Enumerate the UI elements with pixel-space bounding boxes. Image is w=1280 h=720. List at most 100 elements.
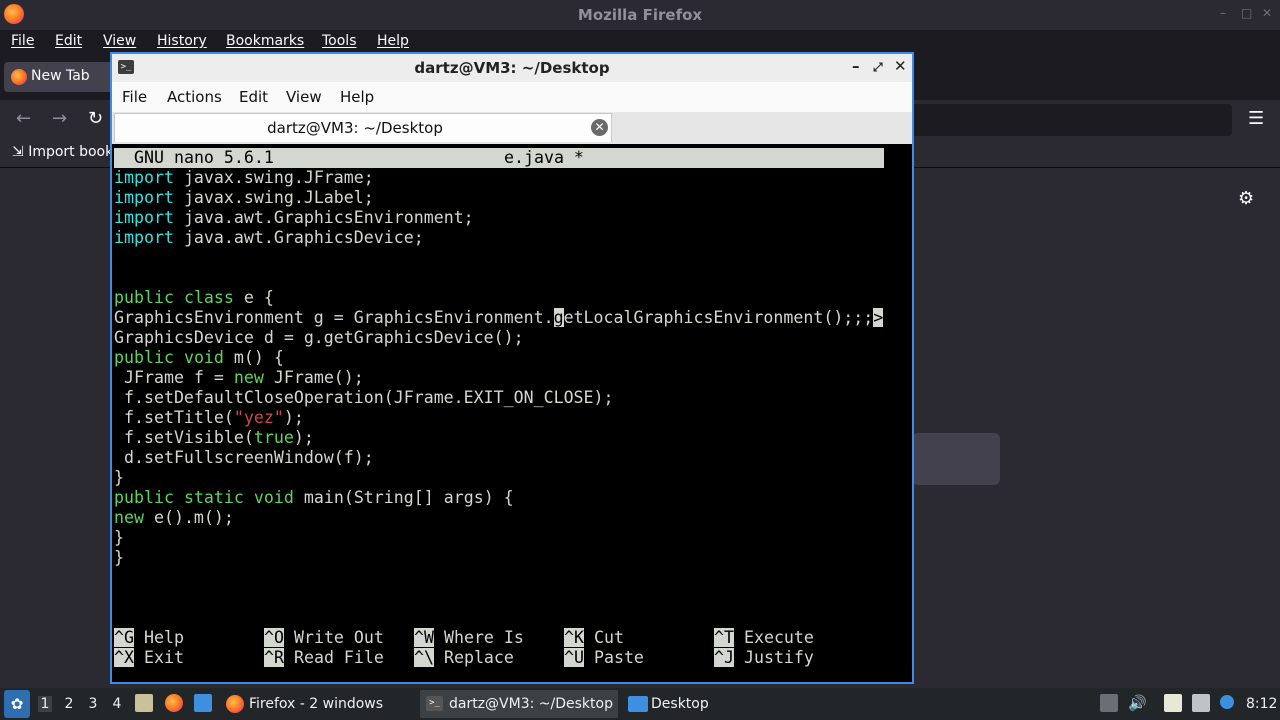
shortcut-key: ^W <box>414 628 434 647</box>
url-bar[interactable] <box>910 104 1232 136</box>
minimize-icon[interactable]: – <box>1220 6 1226 20</box>
terminal-titlebar: >_ dartz@VM3: ~/Desktop – ⤢ ✕ <box>112 54 912 82</box>
shortcut-item[interactable]: ^R Read File <box>264 648 384 668</box>
shortcut-item[interactable]: ^X Exit <box>114 648 184 668</box>
shortcut-item[interactable]: ^G Help <box>114 628 184 648</box>
tab-new-tab[interactable]: New Tab <box>4 62 114 92</box>
menu-tools[interactable]: Tools <box>322 33 357 49</box>
code-token: public <box>114 348 174 367</box>
back-icon[interactable]: ← <box>16 108 31 129</box>
shortcut-item[interactable]: ^W Where Is <box>414 628 524 648</box>
menu-help[interactable]: Help <box>377 33 409 49</box>
code-line: public static void main(String[] args) { <box>114 488 514 508</box>
minimize-icon[interactable]: – <box>852 57 860 75</box>
term-menu-actions[interactable]: Actions <box>167 88 222 106</box>
firefox-menubar: File Edit View History Bookmarks Tools H… <box>0 30 1280 54</box>
menu-file[interactable]: File <box>11 33 34 49</box>
shortcut-label: Paste <box>583 648 644 667</box>
menu-edit[interactable]: Edit <box>55 33 82 49</box>
workspace-4[interactable]: 4 <box>110 696 124 712</box>
shortcut-item[interactable]: ^U Paste <box>564 648 644 668</box>
new-tab-card[interactable] <box>912 433 1000 485</box>
code-token: } <box>114 548 124 567</box>
nano-editor[interactable]: GNU nano 5.6.1 e.java * import javax.swi… <box>114 146 910 682</box>
term-menu-edit[interactable]: Edit <box>239 88 268 106</box>
code-line: f.setDefaultCloseOperation(JFrame.EXIT_O… <box>114 388 614 408</box>
code-line: } <box>114 548 124 568</box>
shortcut-item[interactable]: ^K Cut <box>564 628 624 648</box>
shortcut-label: Help <box>133 628 184 647</box>
term-menu-help[interactable]: Help <box>340 88 374 106</box>
clipboard-icon[interactable] <box>1164 694 1182 712</box>
task-terminal-label: dartz@VM3: ~/Desktop <box>449 696 613 712</box>
code-token: d.setFullscreenWindow(f); <box>114 448 374 467</box>
firefox-tab-icon <box>11 69 27 85</box>
code-token: class <box>183 288 234 307</box>
task-firefox[interactable]: Firefox - 2 windows <box>222 690 418 718</box>
updates-icon[interactable] <box>1100 694 1118 712</box>
tab-label: New Tab <box>31 68 90 84</box>
code-token: ); <box>293 428 314 447</box>
terminal-tab-label: dartz@VM3: ~/Desktop <box>267 119 443 137</box>
firefox-task-icon <box>226 695 244 713</box>
close-icon[interactable]: ✕ <box>1262 6 1272 20</box>
code-line: } <box>114 528 124 548</box>
forward-icon[interactable]: → <box>52 108 67 129</box>
workspace-1[interactable]: 1 <box>38 696 52 712</box>
reload-icon[interactable]: ↻ <box>88 108 103 129</box>
shortcut-item[interactable]: ^T Execute <box>714 628 814 648</box>
code-token: GraphicsEnvironment g = GraphicsEnvironm… <box>114 308 554 327</box>
menu-view[interactable]: View <box>103 33 136 49</box>
network-icon[interactable] <box>1192 694 1210 712</box>
code-token: javax.swing.JFrame; <box>173 168 374 187</box>
volume-icon[interactable]: 🔊 <box>1128 694 1147 712</box>
shortcut-item[interactable]: ^J Justify <box>714 648 814 668</box>
import-bookmarks-label: Import book <box>28 144 114 160</box>
code-token: g <box>553 308 564 327</box>
terminal-window: >_ dartz@VM3: ~/Desktop – ⤢ ✕ File Actio… <box>110 52 914 684</box>
code-token: import <box>114 168 174 187</box>
start-menu-icon[interactable]: ✿ <box>4 690 30 718</box>
nano-filename: e.java * <box>504 148 584 167</box>
task-terminal[interactable]: >_ dartz@VM3: ~/Desktop <box>420 690 618 718</box>
shortcut-key: ^X <box>114 648 134 667</box>
hamburger-menu-icon[interactable]: ☰ <box>1248 108 1264 129</box>
code-line: import java.awt.GraphicsEnvironment; <box>114 208 474 228</box>
shortcut-item[interactable]: ^O Write Out <box>264 628 384 648</box>
nano-version: GNU nano 5.6.1 <box>134 148 274 167</box>
term-menu-file[interactable]: File <box>122 88 147 106</box>
shortcut-label: Justify <box>733 648 814 667</box>
code-token: f.setTitle( <box>114 408 234 427</box>
folder-icon <box>628 696 648 712</box>
code-token: import <box>114 208 174 227</box>
code-token: ); <box>283 408 304 427</box>
gear-icon[interactable]: ⚙ <box>1238 188 1254 209</box>
shortcut-key: ^G <box>114 628 134 647</box>
code-token: JFrame(); <box>263 368 364 387</box>
code-token: true <box>253 428 294 447</box>
workspace-3[interactable]: 3 <box>86 696 100 712</box>
workspace-2[interactable]: 2 <box>62 696 76 712</box>
file-manager-launcher-icon[interactable] <box>135 694 153 712</box>
maximize-icon[interactable]: ⤢ <box>873 60 883 75</box>
shortcut-label: Cut <box>583 628 624 647</box>
shortcut-item[interactable]: ^\ Replace <box>414 648 514 668</box>
terminal-tab[interactable]: dartz@VM3: ~/Desktop ✕ <box>114 113 612 142</box>
shortcut-key: ^J <box>714 648 734 667</box>
import-bookmarks-link[interactable]: ⇲ Import book <box>12 144 113 160</box>
term-menu-view[interactable]: View <box>286 88 322 106</box>
menu-bookmarks[interactable]: Bookmarks <box>226 33 304 49</box>
firefox-launcher-icon[interactable] <box>165 694 183 712</box>
maximize-icon[interactable]: □ <box>1241 6 1252 20</box>
notification-icon[interactable] <box>1220 695 1234 709</box>
code-line: f.setVisible(true); <box>114 428 314 448</box>
menu-history[interactable]: History <box>157 33 207 49</box>
tab-close-icon[interactable]: ✕ <box>591 119 608 136</box>
task-desktop[interactable]: Desktop <box>622 690 722 718</box>
close-icon[interactable]: ✕ <box>894 57 907 75</box>
code-line: GraphicsEnvironment g = GraphicsEnvironm… <box>114 308 884 328</box>
show-desktop-icon[interactable] <box>194 694 212 712</box>
shortcut-key: ^U <box>564 648 584 667</box>
